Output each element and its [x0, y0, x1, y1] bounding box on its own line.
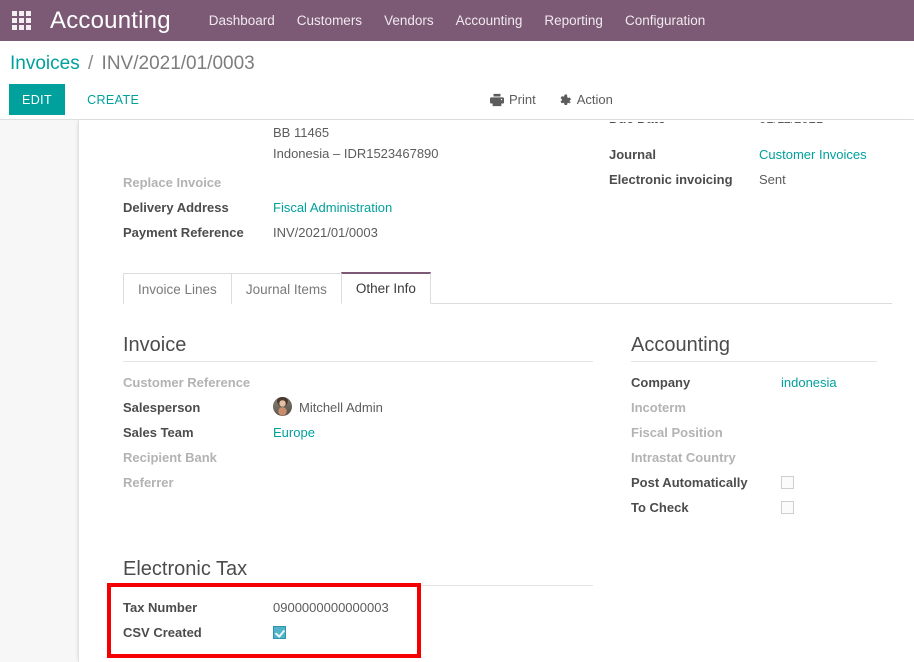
menu-item-accounting[interactable]: Accounting [456, 9, 523, 32]
tax-number-label: Tax Number [123, 600, 198, 615]
salesperson-value: Mitchell Admin [299, 400, 383, 415]
due-date-label: Due Date [609, 122, 759, 131]
control-panel: Invoices / INV/2021/01/0003 EDIT CREATE … [0, 41, 914, 117]
field-referrer: Referrer [123, 470, 593, 495]
address-block: BB 11465 Indonesia – IDR1523467890 [273, 122, 439, 164]
accounting-group: Accounting Company indonesia Incoterm Fi… [593, 334, 892, 520]
field-replace-invoice: Replace Invoice [123, 170, 571, 195]
address-line-2: Indonesia – IDR1523467890 [273, 146, 439, 161]
address-row: BB 11465 Indonesia – IDR1523467890 [123, 122, 571, 164]
form-sheet: BB 11465 Indonesia – IDR1523467890 Repla… [78, 120, 914, 662]
menu-item-customers[interactable]: Customers [297, 9, 362, 32]
header-field-grid: BB 11465 Indonesia – IDR1523467890 Repla… [101, 120, 892, 245]
address-line-1: BB 11465 [273, 125, 330, 140]
due-date-value[interactable]: 01/11/2021 [759, 122, 823, 131]
edit-button[interactable]: EDIT [9, 84, 66, 116]
apps-grid-icon[interactable] [12, 10, 32, 31]
print-button[interactable]: Print [490, 92, 536, 107]
accounting-group-title: Accounting [631, 334, 877, 362]
field-sales-team: Sales Team Europe [123, 420, 593, 445]
csv-created-checkbox[interactable] [273, 626, 286, 639]
print-label: Print [509, 92, 536, 108]
company-value[interactable]: indonesia [781, 370, 837, 395]
app-title: Accounting [50, 6, 171, 34]
fiscal-position-label: Fiscal Position [631, 425, 723, 440]
replace-invoice-label: Replace Invoice [123, 175, 222, 190]
breadcrumb-separator: / [87, 53, 94, 74]
tax-number-value[interactable]: 0900000000000003 [273, 595, 389, 620]
customer-reference-label: Customer Reference [123, 375, 251, 390]
journal-value[interactable]: Customer Invoices [759, 142, 867, 167]
field-post-automatically: Post Automatically [631, 470, 892, 495]
header-left-column: BB 11465 Indonesia – IDR1523467890 Repla… [101, 122, 571, 245]
payment-reference-label: Payment Reference [123, 225, 244, 240]
post-automatically-checkbox[interactable] [781, 476, 794, 489]
delivery-address-value[interactable]: Fiscal Administration [273, 195, 392, 220]
field-delivery-address: Delivery Address Fiscal Administration [123, 195, 571, 220]
electronic-tax-group: Electronic Tax Tax Number 09000000000000… [107, 558, 892, 658]
printer-icon [490, 93, 504, 107]
field-electronic-invoicing: Electronic invoicing Sent [609, 167, 892, 192]
to-check-checkbox[interactable] [781, 501, 794, 514]
payment-reference-value[interactable]: INV/2021/01/0003 [273, 220, 378, 245]
field-payment-reference: Payment Reference INV/2021/01/0003 [123, 220, 571, 245]
control-panel-buttons: EDIT CREATE Print Action [9, 83, 914, 117]
header-right-column: Due Date 01/11/2021 Journal Customer Inv… [571, 122, 892, 245]
menu-item-reporting[interactable]: Reporting [544, 9, 603, 32]
post-automatically-label: Post Automatically [631, 475, 748, 490]
menu-item-vendors[interactable]: Vendors [384, 9, 434, 32]
sales-team-label: Sales Team [123, 425, 194, 440]
control-panel-actions: Print Action [490, 92, 613, 107]
menu-item-configuration[interactable]: Configuration [625, 9, 705, 32]
field-to-check: To Check [631, 495, 892, 520]
tab-journal-items[interactable]: Journal Items [230, 273, 342, 304]
electronic-tax-title: Electronic Tax [123, 558, 593, 586]
action-label: Action [576, 92, 613, 108]
field-intrastat-country: Intrastat Country [631, 445, 892, 470]
csv-created-label: CSV Created [123, 625, 202, 640]
tab-other-info[interactable]: Other Info [340, 272, 431, 304]
create-button[interactable]: CREATE [77, 93, 149, 107]
journal-label: Journal [609, 147, 656, 162]
invoice-group: Invoice Customer Reference Salesperson M… [123, 334, 593, 520]
gear-icon [558, 93, 572, 107]
field-csv-created: CSV Created [123, 620, 892, 645]
avatar [273, 397, 292, 416]
menu-item-dashboard[interactable]: Dashboard [209, 9, 275, 32]
action-button[interactable]: Action [558, 92, 613, 107]
top-navbar: Accounting Dashboard Customers Vendors A… [0, 0, 914, 41]
breadcrumb-parent-link[interactable]: Invoices [10, 53, 80, 74]
electronic-invoicing-value: Sent [759, 172, 786, 187]
recipient-bank-label: Recipient Bank [123, 450, 217, 465]
salesperson-label: Salesperson [123, 400, 201, 415]
field-fiscal-position: Fiscal Position [631, 420, 892, 445]
company-label: Company [631, 375, 691, 390]
field-incoterm: Incoterm [631, 395, 892, 420]
incoterm-label: Incoterm [631, 400, 686, 415]
tab-invoice-lines[interactable]: Invoice Lines [123, 273, 232, 304]
field-company: Company indonesia [631, 370, 892, 395]
tab-panel-other-info: Invoice Customer Reference Salesperson M… [101, 304, 892, 520]
notebook-tabs: Invoice Lines Journal Items Other Info [123, 271, 892, 304]
field-salesperson: Salesperson Mitchell Admin [123, 395, 593, 420]
field-recipient-bank: Recipient Bank [123, 445, 593, 470]
main-menu: Dashboard Customers Vendors Accounting R… [209, 9, 706, 32]
intrastat-country-label: Intrastat Country [631, 450, 736, 465]
invoice-group-title: Invoice [123, 334, 593, 362]
field-journal: Journal Customer Invoices [609, 142, 892, 167]
page-background: BB 11465 Indonesia – IDR1523467890 Repla… [0, 119, 914, 662]
electronic-invoicing-label: Electronic invoicing [609, 172, 733, 187]
salesperson-value-wrap[interactable]: Mitchell Admin [273, 395, 383, 420]
referrer-label: Referrer [123, 475, 174, 490]
field-tax-number: Tax Number 0900000000000003 [123, 595, 892, 620]
delivery-address-label: Delivery Address [123, 200, 229, 215]
sales-team-value[interactable]: Europe [273, 420, 315, 445]
breadcrumb-current: INV/2021/01/0003 [101, 53, 255, 74]
field-due-date-clipped: Due Date 01/11/2021 [609, 122, 892, 131]
field-customer-reference: Customer Reference [123, 370, 593, 395]
to-check-label: To Check [631, 500, 689, 515]
breadcrumb: Invoices / INV/2021/01/0003 [10, 41, 914, 83]
